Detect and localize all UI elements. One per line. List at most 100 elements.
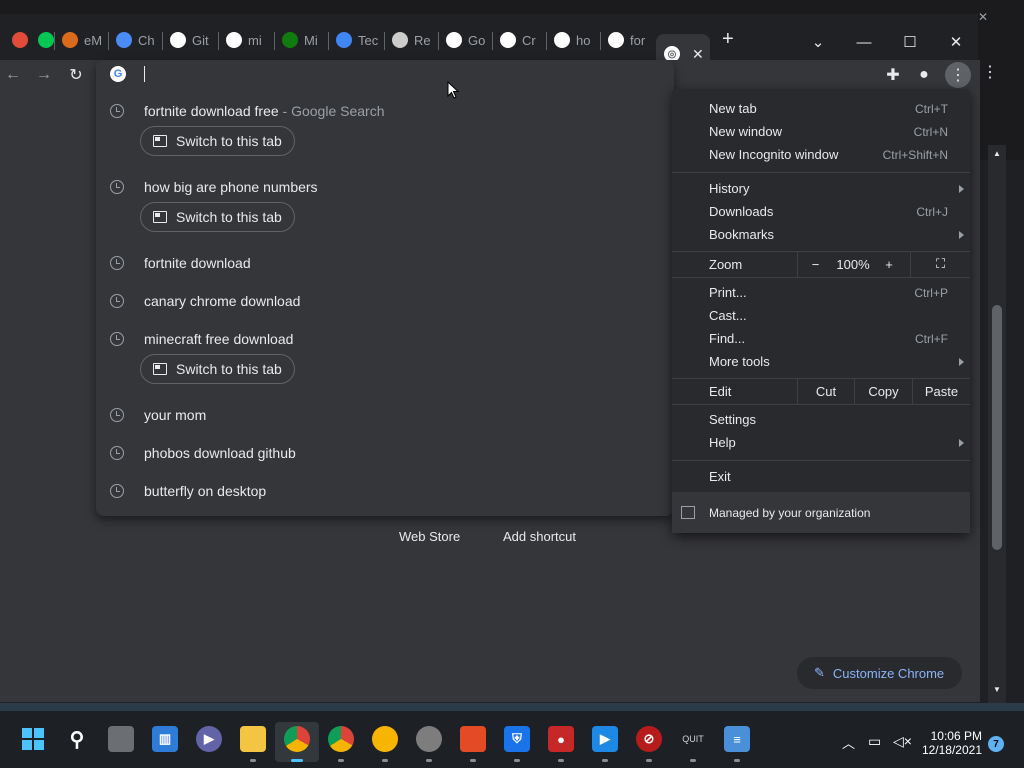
tab[interactable] [32,26,54,54]
chrome-taskbar-icon[interactable] [284,726,310,752]
menu-find[interactable]: Find... Ctrl+F [672,327,970,350]
switch-to-tab-button[interactable]: Switch to this tab [140,354,295,384]
new-tab-button[interactable]: + [722,28,734,51]
menu-divider [672,404,970,405]
profile-avatar-icon[interactable]: ● [913,64,935,86]
chrome-canary-taskbar-icon[interactable] [372,726,398,752]
task-view-icon[interactable] [108,726,134,752]
tab[interactable]: eM [56,26,104,54]
tab[interactable] [6,26,28,54]
tab[interactable]: Ch [110,26,158,54]
tab[interactable]: Tec [330,26,378,54]
quit-app-icon[interactable]: QUIT [680,726,706,752]
running-indicator [646,759,652,762]
tab[interactable]: mi [220,26,268,54]
forward-arrow-icon[interactable]: → [33,64,55,86]
suggestion-item[interactable]: your mom [96,396,674,434]
suggestion-item[interactable]: fortnite download [96,244,674,282]
shield-vpn-icon[interactable]: ⛨ [504,726,530,752]
menu-downloads[interactable]: Downloads Ctrl+J [672,200,970,223]
managed-by-org-item[interactable]: Managed by your organization [672,492,970,533]
tab[interactable]: Re [386,26,434,54]
menu-more-tools[interactable]: More tools [672,350,970,373]
omnibox-input[interactable]: G [96,60,674,88]
menu-help[interactable]: Help [672,431,970,454]
tab-search-icon[interactable]: ⌄ [795,28,841,56]
file-explorer-icon[interactable] [240,726,266,752]
menu-new-incognito-window[interactable]: New Incognito window Ctrl+Shift+N [672,143,970,166]
history-clock-icon [110,332,124,346]
extensions-puzzle-icon[interactable]: ✚ [882,64,904,86]
suggestion-item[interactable]: fortnite download free - Google Search [96,92,674,130]
tab[interactable]: for [602,26,650,54]
close-window-button[interactable]: ✕ [933,28,979,56]
tab-title: for [630,32,646,48]
suggestion-text: how big are phone numbers [144,179,318,195]
menu-divider [672,460,970,461]
chrome-menu-icon[interactable]: ⋮ [945,62,971,88]
menu-history[interactable]: History [672,177,970,200]
running-indicator [734,759,740,762]
chrome-dev-taskbar-icon[interactable] [328,726,354,752]
menu-settings[interactable]: Settings [672,408,970,431]
menu-exit[interactable]: Exit [672,465,970,488]
menu-cast[interactable]: Cast... [672,304,970,327]
menu-print[interactable]: Print... Ctrl+P [672,281,970,304]
search-icon[interactable]: ⚲ [64,726,90,752]
cut-button[interactable]: Cut [797,378,854,404]
suggestion-item[interactable]: butterfly on desktop [96,472,674,510]
history-clock-icon [110,180,124,194]
menu-new-window[interactable]: New window Ctrl+N [672,120,970,143]
menu-bookmarks[interactable]: Bookmarks [672,223,970,246]
reload-icon[interactable]: ↻ [65,64,87,86]
add-shortcut[interactable]: Add shortcut [503,529,576,544]
zoom-in-button[interactable]: + [873,251,905,277]
submenu-arrow-icon [959,357,964,366]
tab[interactable]: Mi [276,26,324,54]
suggestion-item[interactable]: how big are phone numbers [96,168,674,206]
maximize-button[interactable]: ☐ [887,28,933,56]
blocked-app-icon[interactable]: ⊘ [636,726,662,752]
running-indicator [514,759,520,762]
back-arrow-icon[interactable]: ← [2,64,24,86]
tab[interactable]: ho [548,26,596,54]
chrome-icon [116,32,132,48]
notepad-icon[interactable]: ≡ [724,726,750,752]
tab[interactable]: Go [440,26,488,54]
obs-taskbar-icon[interactable] [416,726,442,752]
scroll-down-icon[interactable]: ▼ [993,685,1001,694]
suggestion-item[interactable]: phobos download github [96,434,674,472]
tab[interactable]: Git [164,26,212,54]
history-clock-icon [110,294,124,308]
tray-chevron-icon[interactable]: ︿ [842,733,855,752]
windows-start-icon[interactable] [20,726,46,752]
switch-to-tab-button[interactable]: Switch to this tab [140,126,295,156]
zoom-out-button[interactable]: − [797,251,833,277]
system-clock[interactable]: 10:06 PM 12/18/2021 [918,729,982,757]
chrome-dev-icon [12,32,28,48]
chrome-menu: New tab Ctrl+T New window Ctrl+N New Incog… [672,89,970,533]
teams-chat-icon[interactable]: ▶ [196,726,222,752]
web-store-shortcut[interactable]: Web Store [399,529,460,544]
volume-muted-icon[interactable]: ◁× [893,733,912,750]
tab-title: Tec [358,32,378,48]
notification-badge[interactable]: 7 [988,736,1004,752]
scrollbar[interactable]: ▲ ▼ [988,145,1006,703]
switch-to-tab-button[interactable]: Switch to this tab [140,202,295,232]
minimize-button[interactable]: — [841,28,887,56]
fullscreen-icon[interactable]: ⛶ [910,251,970,277]
suggestion-item[interactable]: minecraft free download [96,320,674,358]
suggestion-item[interactable]: canary chrome download [96,282,674,320]
ccleaner-taskbar-icon[interactable] [460,726,486,752]
paste-button[interactable]: Paste [912,378,970,404]
scroll-thumb[interactable] [992,305,1002,550]
copy-button[interactable]: Copy [854,378,912,404]
tab[interactable]: Cr [494,26,542,54]
customize-chrome-button[interactable]: ✎ Customize Chrome [797,657,962,689]
widgets-icon[interactable]: ▥ [152,726,178,752]
scroll-up-icon[interactable]: ▲ [993,149,1001,158]
video-editor-icon[interactable]: ▶ [592,726,618,752]
camera-recorder-icon[interactable]: ● [548,726,574,752]
network-icon[interactable]: ▭ [868,733,881,750]
menu-new-tab[interactable]: New tab Ctrl+T [672,97,970,120]
